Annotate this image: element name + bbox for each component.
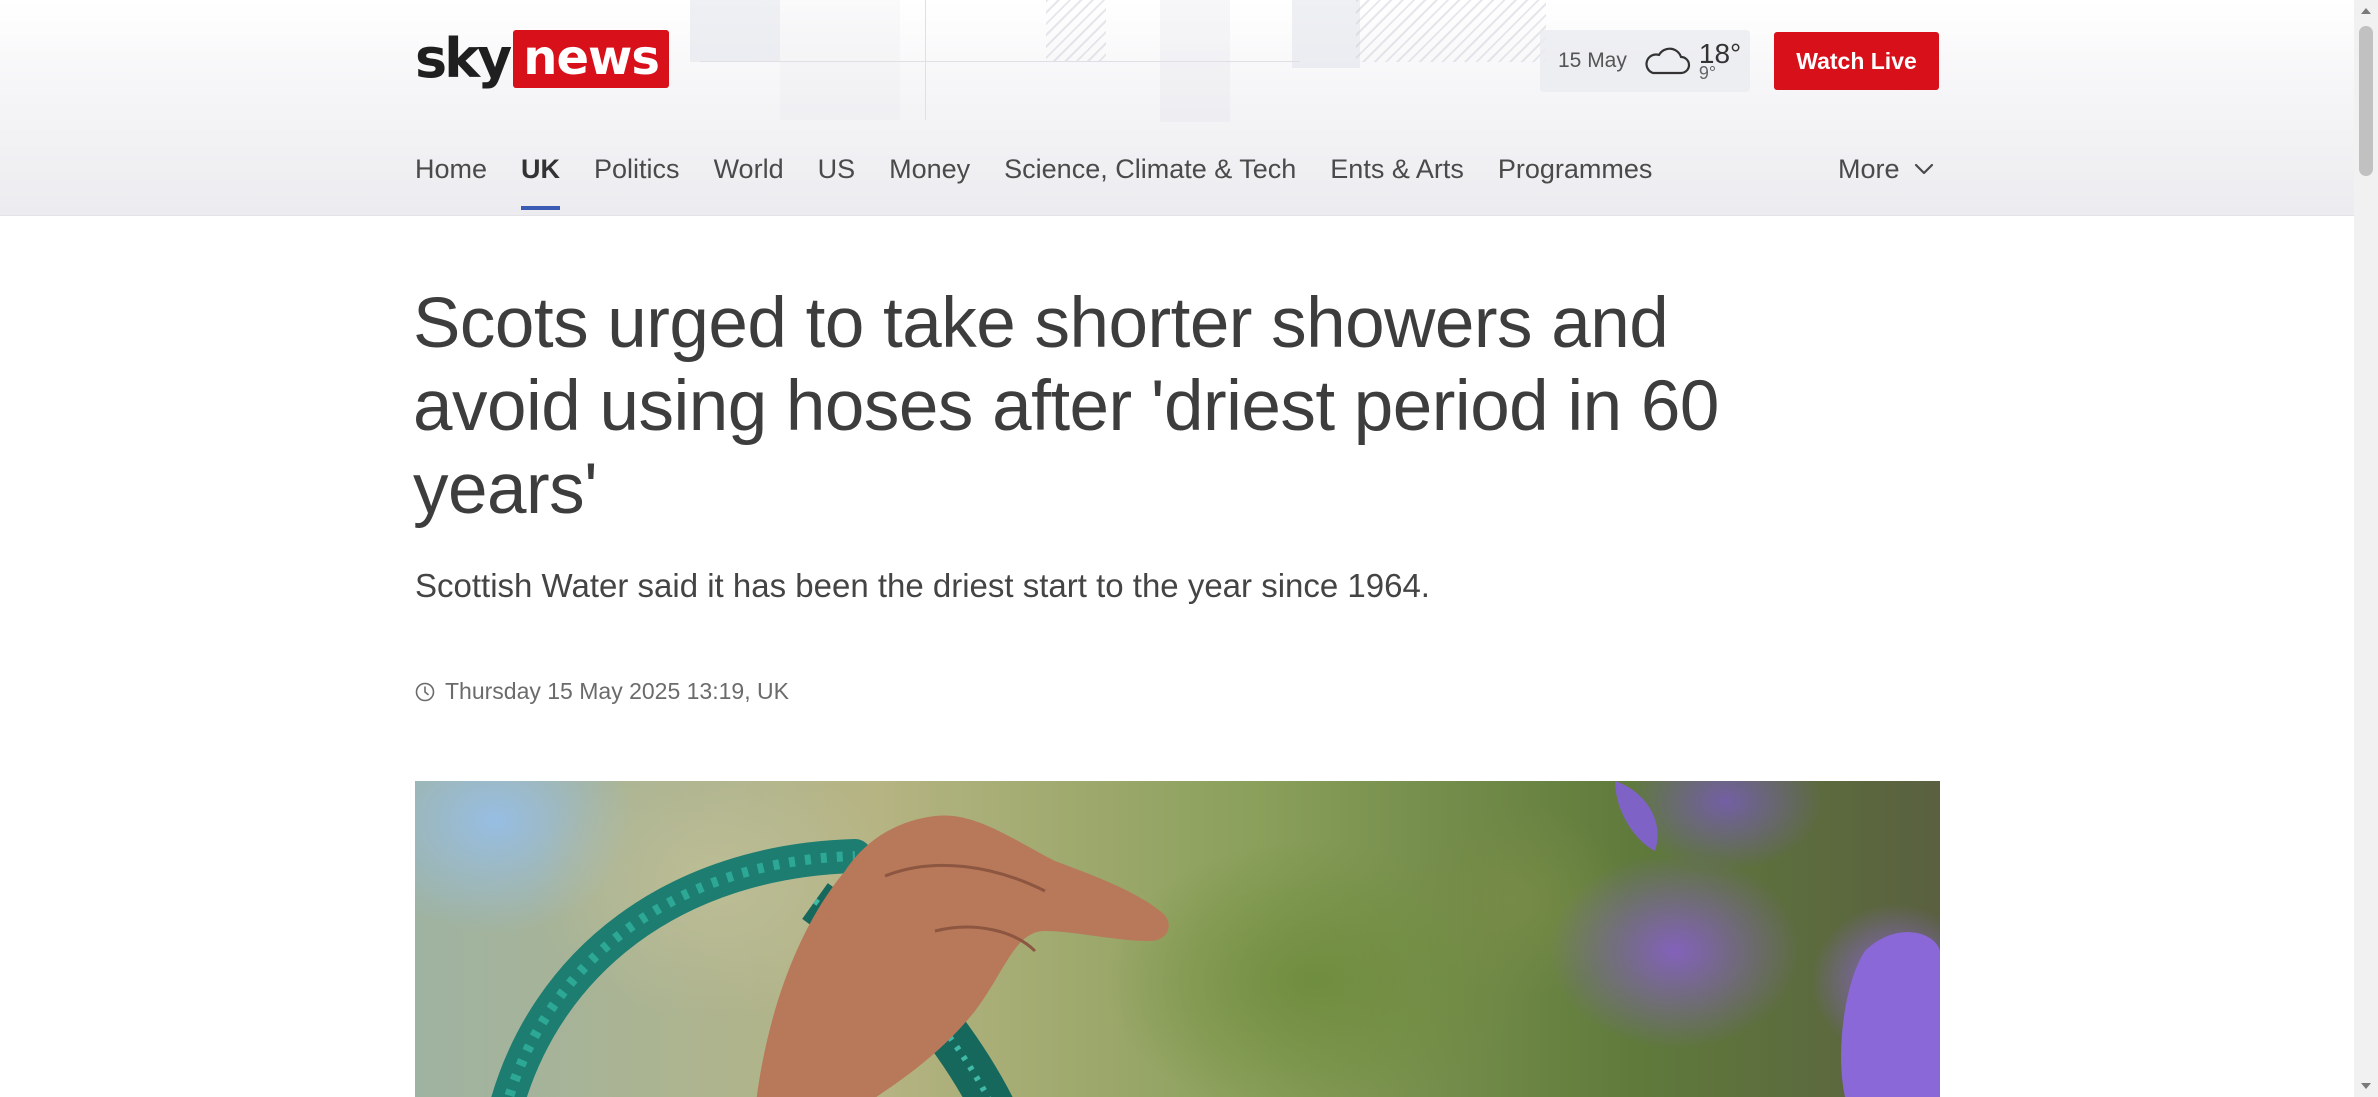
scroll-down-arrow-icon[interactable]	[2360, 1081, 2372, 1091]
scrollbar-thumb[interactable]	[2359, 26, 2373, 176]
article-timestamp: Thursday 15 May 2025 13:19, UK	[415, 678, 789, 705]
article-hero-image	[415, 781, 1940, 1097]
header-decoration	[700, 61, 1300, 62]
logo-sky-text: sky	[415, 27, 512, 90]
nav-item-ents-arts[interactable]: Ents & Arts	[1330, 150, 1464, 188]
nav-item-uk[interactable]: UK	[521, 150, 561, 210]
nav-item-us[interactable]: US	[818, 150, 856, 188]
header-decoration	[780, 0, 900, 120]
header-decoration	[925, 0, 926, 120]
header-decoration	[1046, 0, 1106, 62]
nav-item-world[interactable]: World	[714, 150, 784, 188]
scroll-up-arrow-icon[interactable]	[2360, 6, 2372, 16]
nav-item-money[interactable]: Money	[889, 150, 970, 188]
nav-item-home[interactable]: Home	[415, 150, 487, 188]
hose-photo	[491, 781, 1940, 1097]
nav-more-label: More	[1838, 154, 1900, 184]
clock-icon	[415, 682, 435, 701]
nav-more-button[interactable]: More	[1838, 150, 1934, 188]
chevron-down-icon	[1914, 163, 1933, 175]
nav-item-science-climate-tech[interactable]: Science, Climate & Tech	[1004, 150, 1296, 188]
nav-item-programmes[interactable]: Programmes	[1498, 150, 1653, 188]
weather-widget[interactable]: 15 May 18° 9°	[1540, 30, 1750, 92]
timestamp-text: Thursday 15 May 2025 13:19, UK	[445, 678, 789, 704]
watch-live-button[interactable]: Watch Live	[1774, 32, 1939, 90]
header-decoration	[1292, 0, 1360, 68]
header-decoration	[1356, 0, 1546, 62]
logo-news-text: news	[513, 30, 669, 88]
page-scrollbar[interactable]	[2354, 0, 2378, 1097]
header-decoration	[690, 0, 780, 62]
weather-temps: 18° 9°	[1698, 40, 1741, 83]
temperature-low: 9°	[1698, 63, 1717, 83]
weather-date: 15 May	[1558, 49, 1627, 72]
article-standfirst: Scottish Water said it has been the drie…	[415, 567, 1430, 604]
cloud-icon	[1645, 47, 1690, 75]
site-header: sky news 15 May 18° 9° Watch Live Home U…	[0, 0, 2354, 216]
article-headline: Scots urged to take shorter showers and …	[413, 284, 1719, 529]
main-nav: Home UK Politics World US Money Science,…	[415, 150, 1686, 215]
nav-item-politics[interactable]: Politics	[594, 150, 680, 188]
sky-news-logo[interactable]: sky news	[415, 28, 669, 90]
